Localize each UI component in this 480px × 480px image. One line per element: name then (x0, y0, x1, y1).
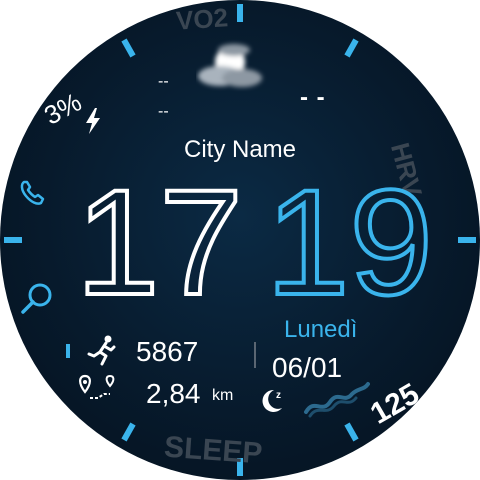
tick-5 (344, 422, 359, 442)
hour-display: 17 (76, 172, 243, 300)
tick-1 (344, 38, 359, 58)
current-temp: - - (300, 84, 326, 111)
tick-11 (121, 38, 136, 58)
day-name: Lunedì (284, 316, 358, 343)
svg-text:z: z (276, 390, 281, 401)
cloudy-night-moon-icon[interactable] (196, 36, 268, 94)
search-icon[interactable] (20, 282, 54, 316)
steps-indicator (66, 344, 70, 358)
watch-face: VO2 SLEEP HRV BPM -- -- - - 3% City Name… (0, 0, 480, 480)
time-display: 17 19 (74, 172, 435, 300)
temp-high: -- (158, 73, 169, 90)
running-figure-icon[interactable] (86, 334, 118, 366)
steps-value[interactable]: 5867 (136, 338, 198, 366)
tick-7 (121, 422, 136, 442)
vo2-label[interactable]: VO2 (175, 2, 229, 36)
minute-display: 19 (266, 172, 433, 300)
city-name: City Name (183, 136, 297, 163)
temp-low: -- (158, 103, 169, 120)
lightning-bolt-icon (86, 108, 100, 134)
heartbeat-wave-icon[interactable] (300, 374, 370, 418)
sleep-label[interactable]: SLEEP (163, 431, 263, 471)
phone-icon[interactable] (18, 178, 48, 208)
distance-unit: km (212, 387, 234, 404)
distance-value[interactable]: 2,84 (146, 380, 201, 408)
route-pins-icon[interactable] (76, 374, 120, 406)
moon-zz-icon[interactable]: z (258, 384, 290, 416)
date-day: 06 (272, 352, 304, 383)
date-divider (254, 342, 256, 368)
